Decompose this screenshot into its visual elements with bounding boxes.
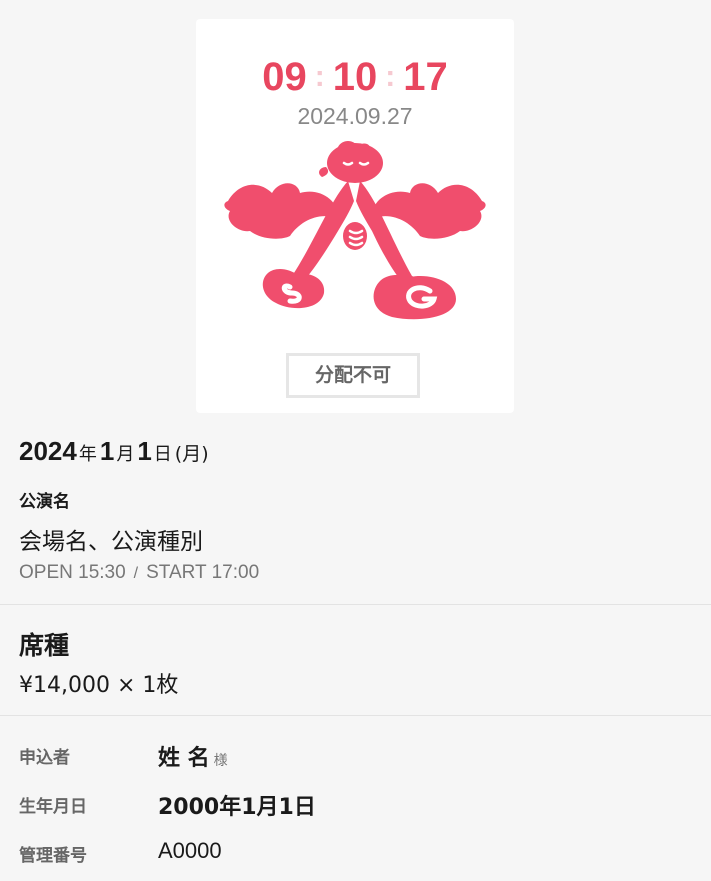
birthdate-label: 生年月日 [19, 797, 87, 817]
event-month: 1 [99, 436, 115, 466]
start-time: START 17:00 [146, 562, 260, 583]
birthdate-value: 2000年1月1日 [158, 795, 316, 820]
clock-separator: : [314, 60, 325, 93]
applicant-label: 申込者 [19, 748, 70, 768]
event-month-unit: 月 [116, 444, 135, 465]
current-date: 2024.09.27 [297, 103, 413, 129]
applicant-name: 姓 名様 [158, 740, 228, 772]
event-day-unit: 日 [153, 444, 172, 465]
event-date: 2024 年 1 月 1 日 (月) [19, 436, 209, 467]
divider [0, 715, 711, 716]
performance-name: 公演名 [19, 492, 70, 512]
event-weekday: (月) [174, 443, 209, 465]
event-times: OPEN 15:30 / START 17:00 [19, 562, 259, 584]
angel-logo-icon [220, 141, 490, 330]
seat-type: 席種 [19, 631, 70, 660]
live-clock: 09:10:17 [196, 55, 514, 103]
distribution-status-button[interactable]: 分配不可 [286, 353, 420, 398]
divider [0, 604, 711, 605]
honorific: 様 [213, 753, 228, 769]
management-number-label: 管理番号 [19, 846, 87, 866]
open-time: OPEN 15:30 [19, 562, 126, 583]
ticket-card: 09:10:17 2024.09.27 分配不可 [196, 19, 514, 413]
clock-hours: 09 [262, 55, 307, 99]
venue-and-type: 会場名、公演種別 [19, 529, 203, 555]
event-year: 2024 [19, 436, 77, 466]
event-day: 1 [137, 436, 152, 466]
time-separator: / [133, 565, 139, 582]
management-number-value: A0000 [158, 838, 222, 863]
applicant-name-text: 姓 名 [158, 746, 210, 771]
clock-minutes: 10 [332, 55, 378, 99]
event-year-unit: 年 [78, 444, 97, 465]
ticket-price: ¥14,000 × 1枚 [19, 673, 179, 698]
clock-seconds: 17 [403, 55, 448, 99]
clock-separator: : [385, 60, 396, 93]
